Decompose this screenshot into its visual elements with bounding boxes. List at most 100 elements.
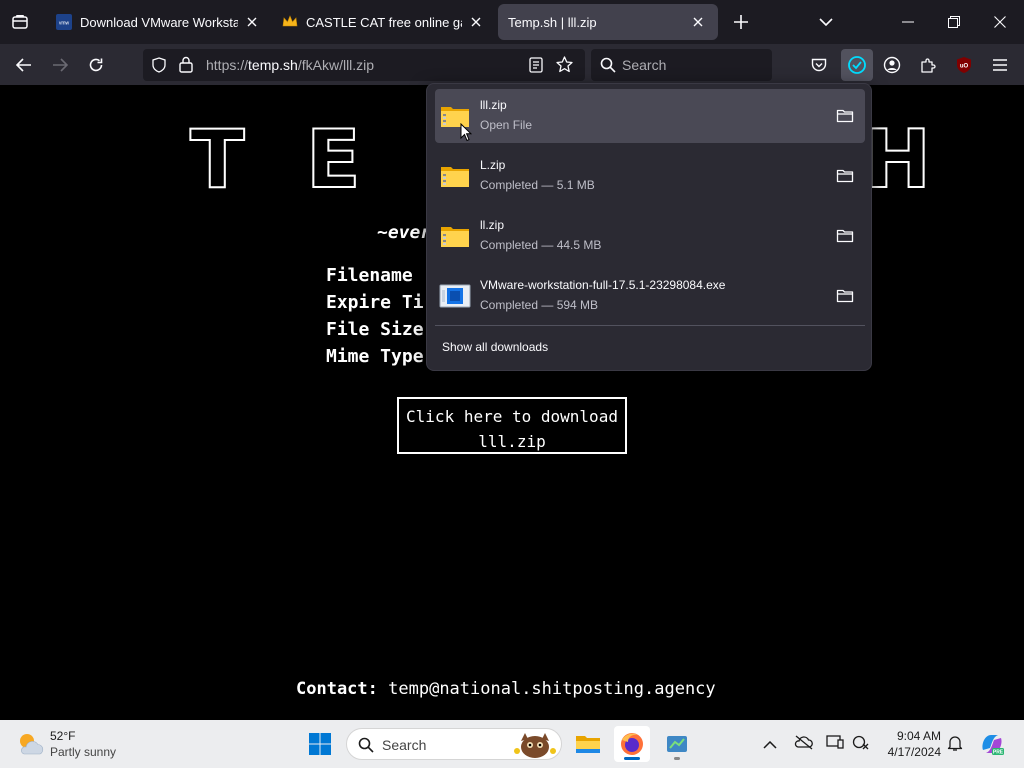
downloads-button[interactable]	[841, 49, 873, 81]
download-button-filename: lll.zip	[478, 432, 546, 451]
ublock-origin-icon: uO	[957, 57, 971, 73]
notifications-button[interactable]	[947, 734, 963, 757]
close-icon	[994, 16, 1006, 28]
windows-logo-icon	[309, 733, 331, 755]
windows-taskbar: 52°F Partly sunny Search 9:04 AM 4/17/20…	[0, 720, 1024, 768]
close-tab-icon[interactable]	[688, 12, 708, 32]
bookmark-star-icon[interactable]	[556, 56, 573, 77]
download-filename: lll.zip	[480, 98, 507, 112]
download-status: Completed — 5.1 MB	[480, 178, 595, 192]
extensions-button[interactable]	[913, 50, 943, 80]
svg-text:PRE: PRE	[993, 750, 1004, 756]
arrow-right-icon	[53, 58, 68, 72]
tab-vmware[interactable]: vmw Download VMware Workstation	[46, 4, 272, 40]
download-button-text: Click here to download	[406, 407, 618, 426]
show-in-folder-icon[interactable]	[835, 106, 855, 126]
display-settings-icon[interactable]	[826, 734, 844, 755]
download-status: Open File	[480, 118, 533, 132]
show-all-downloads-button[interactable]: Show all downloads	[442, 340, 548, 354]
forward-button[interactable]	[45, 50, 75, 80]
download-item[interactable]: ll.zip Completed — 44.5 MB	[435, 209, 865, 263]
zip-folder-icon	[441, 227, 469, 247]
show-hidden-icons-button[interactable]	[763, 736, 777, 754]
tab-castle-cat[interactable]: CASTLE CAT free online game o	[272, 4, 496, 40]
list-all-tabs-button[interactable]	[812, 8, 840, 36]
close-window-button[interactable]	[980, 8, 1020, 36]
site-logo-letter: T	[189, 113, 246, 206]
show-in-folder-icon[interactable]	[835, 166, 855, 186]
download-item[interactable]: lll.zip Open File	[435, 89, 865, 143]
download-status: Completed — 594 MB	[480, 298, 599, 312]
weather-description: Partly sunny	[50, 745, 117, 759]
weather-temperature: 52°F	[50, 729, 76, 743]
search-icon	[600, 57, 616, 77]
site-tagline: ~ever	[377, 222, 432, 243]
arrow-left-icon	[16, 58, 31, 72]
onedrive-status[interactable]	[794, 734, 814, 755]
network-status-icon[interactable]	[852, 734, 870, 755]
puzzle-piece-icon	[920, 57, 936, 73]
clock-time[interactable]: 9:04 AM	[884, 729, 941, 743]
cloud-off-icon	[794, 735, 813, 750]
download-item[interactable]: VMware-workstation-full-17.5.1-23298084.…	[435, 269, 865, 323]
show-in-folder-icon[interactable]	[835, 226, 855, 246]
ublock-origin-button[interactable]: uO	[949, 50, 979, 80]
pocket-button[interactable]	[804, 50, 834, 80]
close-tab-icon[interactable]	[466, 12, 486, 32]
restore-icon	[948, 16, 960, 28]
download-item[interactable]: L.zip Completed — 5.1 MB	[435, 149, 865, 203]
expire-time-label: Expire Ti	[326, 292, 424, 313]
zip-folder-icon	[441, 167, 469, 187]
site-logo-letter: E	[305, 113, 362, 206]
reload-button[interactable]	[81, 50, 111, 80]
restore-button[interactable]	[934, 8, 974, 36]
address-bar[interactable]: https://temp.sh/fkAkw/lll.zip	[143, 49, 585, 81]
download-file-button[interactable]: Click here to download lll.zip	[397, 397, 627, 454]
search-bar[interactable]: Search	[591, 49, 772, 81]
reload-icon	[89, 58, 103, 72]
minimize-button[interactable]	[888, 8, 928, 36]
download-filename: ll.zip	[480, 218, 505, 232]
tab-temp-sh[interactable]: Temp.sh | lll.zip	[498, 4, 718, 40]
tab-title: Download VMware Workstation	[80, 14, 238, 30]
copilot-button[interactable]: PRE	[978, 730, 1006, 763]
app-taskbar-button[interactable]	[659, 726, 695, 762]
downloads-panel: lll.zip Open File L.zip Completed — 5.1 …	[426, 83, 872, 371]
firefox-view-icon	[12, 15, 28, 29]
contact-email-link[interactable]: temp@national.shitposting.agency	[388, 679, 716, 699]
tab-title: CASTLE CAT free online game o	[306, 14, 462, 30]
back-button[interactable]	[9, 50, 39, 80]
clock-date[interactable]: 4/17/2024	[880, 745, 941, 759]
account-button[interactable]	[877, 50, 907, 80]
close-tab-icon[interactable]	[242, 12, 262, 32]
installer-exe-icon	[439, 284, 471, 308]
firefox-logo-icon	[621, 733, 643, 755]
start-button[interactable]	[302, 726, 338, 762]
download-filename: L.zip	[480, 158, 506, 172]
chart-app-icon	[667, 736, 687, 752]
vmware-logo-icon: vmw	[56, 14, 72, 30]
active-window-indicator	[624, 757, 640, 760]
url-host: temp.sh	[248, 57, 298, 73]
contact-label: Contact:	[296, 679, 378, 699]
reader-view-icon[interactable]	[529, 57, 543, 77]
taskbar-search-box[interactable]: Search	[346, 728, 562, 760]
download-filename: VMware-workstation-full-17.5.1-23298084.…	[480, 278, 726, 292]
pocket-icon	[811, 58, 827, 71]
minimize-icon	[902, 21, 914, 23]
new-tab-button[interactable]	[727, 8, 755, 36]
url-text: https://temp.sh/fkAkw/lll.zip	[206, 57, 374, 73]
file-explorer-taskbar-button[interactable]	[570, 726, 606, 762]
tab-strip: vmw Download VMware Workstation CASTLE C…	[0, 0, 1024, 44]
app-menu-button[interactable]	[985, 50, 1015, 80]
download-status: Completed — 44.5 MB	[480, 238, 602, 252]
show-in-folder-icon[interactable]	[835, 286, 855, 306]
running-indicator	[674, 757, 680, 760]
site-logo-letter: H	[863, 113, 932, 206]
chevron-up-icon	[763, 740, 777, 749]
firefox-taskbar-button[interactable]	[614, 726, 650, 762]
tracking-protection-shield-icon[interactable]	[151, 57, 167, 77]
lock-icon[interactable]	[179, 56, 193, 77]
search-icon	[358, 737, 374, 753]
firefox-view-button[interactable]	[6, 8, 34, 36]
